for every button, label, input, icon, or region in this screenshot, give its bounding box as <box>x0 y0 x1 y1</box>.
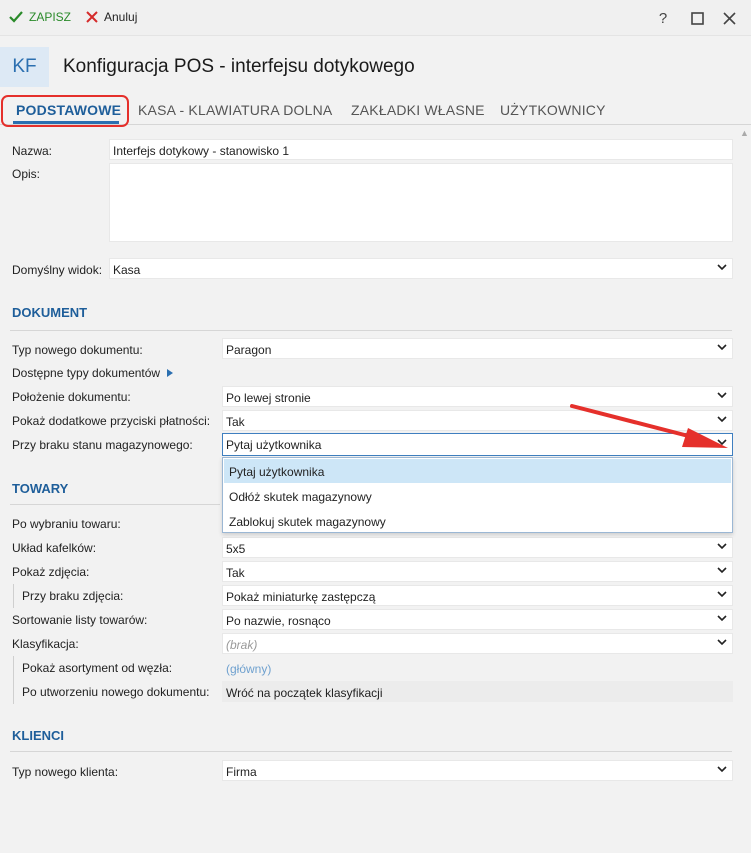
sort-select[interactable]: Po nazwie, rosnąco <box>222 609 733 630</box>
scrollbar[interactable] <box>738 126 751 853</box>
dropdown-option-ask-user[interactable]: Pytaj użytkownika <box>224 459 731 483</box>
dropdown-option-block[interactable]: Zablokuj skutek magazynowy <box>224 509 731 533</box>
client-type-value: Firma <box>226 765 257 779</box>
module-badge: KF <box>0 47 49 87</box>
show-photos-select[interactable]: Tak <box>222 561 733 582</box>
node-label: Pokaż asortyment od węzła: <box>22 661 173 675</box>
show-photos-value: Tak <box>226 566 245 580</box>
client-type-select[interactable]: Firma <box>222 760 733 781</box>
extra-payment-buttons-label: Pokaż dodatkowe przyciski płatności: <box>12 414 211 428</box>
sort-label: Sortowanie listy towarów: <box>12 613 148 627</box>
no-photo-label: Przy braku zdjęcia: <box>22 589 124 603</box>
classification-value: (brak) <box>226 638 258 652</box>
chevron-down-icon <box>717 543 727 550</box>
no-stock-value: Pytaj użytkownika <box>226 438 322 452</box>
indent-line <box>13 584 14 608</box>
page-header: KF Konfiguracja POS - interfejsu dotykow… <box>0 37 751 95</box>
after-new-doc-label: Po utworzeniu nowego dokumentu: <box>22 685 210 699</box>
default-view-select[interactable]: Kasa <box>109 258 733 279</box>
save-button[interactable]: ZAPISZ <box>9 10 71 24</box>
doc-position-label: Położenie dokumentu: <box>12 390 131 404</box>
cancel-label: Anuluj <box>104 10 138 24</box>
sort-value: Po nazwie, rosnąco <box>226 614 331 628</box>
scroll-up-icon[interactable]: ▲ <box>740 128 749 138</box>
doc-type-label: Typ nowego dokumentu: <box>12 343 143 357</box>
close-icon <box>722 11 736 25</box>
divider <box>10 504 220 505</box>
classification-select[interactable]: (brak) <box>222 633 733 654</box>
chevron-down-icon <box>717 567 727 574</box>
available-doc-types-label: Dostępne typy dokumentów <box>12 366 161 380</box>
chevron-down-icon <box>717 639 727 646</box>
description-label: Opis: <box>12 167 41 181</box>
divider <box>10 751 732 752</box>
default-view-label: Domyślny widok: <box>12 263 103 277</box>
help-button[interactable]: ? <box>653 8 673 28</box>
tile-layout-label: Układ kafelków: <box>12 541 97 555</box>
expand-arrow-icon <box>167 369 174 377</box>
chevron-down-icon <box>717 344 727 351</box>
toolbar: ZAPISZ Anuluj ? <box>0 0 751 36</box>
available-doc-types-link[interactable]: Dostępne typy dokumentów <box>12 366 174 380</box>
chevron-down-icon <box>717 392 727 399</box>
default-view-value: Kasa <box>113 263 141 277</box>
annotation-arrow-icon <box>570 404 728 448</box>
tile-layout-value: 5x5 <box>226 542 246 556</box>
chevron-down-icon <box>717 766 727 773</box>
section-towary: TOWARY <box>12 481 69 496</box>
chevron-down-icon <box>717 615 727 622</box>
description-field[interactable] <box>109 163 733 242</box>
name-field[interactable]: Interfejs dotykowy - stanowisko 1 <box>109 139 733 160</box>
checkmark-icon <box>9 11 23 23</box>
chevron-down-icon <box>717 264 727 271</box>
doc-position-value: Po lewej stronie <box>226 391 311 405</box>
highlight-annotation <box>1 95 129 127</box>
doc-type-value: Paragon <box>226 343 272 357</box>
node-field[interactable]: (główny) <box>222 657 733 678</box>
classification-label: Klasyfikacja: <box>12 637 79 651</box>
close-x-icon <box>86 11 98 23</box>
extra-payment-buttons-value: Tak <box>226 415 245 429</box>
section-klienci: KLIENCI <box>12 728 64 743</box>
divider <box>10 330 732 331</box>
no-photo-select[interactable]: Pokaż miniaturkę zastępczą <box>222 585 733 606</box>
help-icon: ? <box>658 9 668 27</box>
name-label: Nazwa: <box>12 144 53 158</box>
dropdown-option-defer[interactable]: Odłóż skutek magazynowy <box>224 484 731 508</box>
no-stock-label: Przy braku stanu magazynowego: <box>12 438 193 452</box>
after-new-doc-field[interactable]: Wróć na początek klasyfikacji <box>222 681 733 702</box>
node-value: (główny) <box>226 662 272 676</box>
page-title: Konfiguracja POS - interfejsu dotykowego <box>63 56 415 77</box>
tab-uzytkownicy[interactable]: UŻYTKOWNICY <box>500 102 606 118</box>
after-select-label: Po wybraniu towaru: <box>12 517 121 531</box>
no-photo-value: Pokaż miniaturkę zastępczą <box>226 590 376 604</box>
save-label: ZAPISZ <box>29 10 72 24</box>
tab-kasa-klawiatura[interactable]: KASA - KLAWIATURA DOLNA <box>138 102 332 118</box>
doc-type-select[interactable]: Paragon <box>222 338 733 359</box>
cancel-button[interactable]: Anuluj <box>86 10 137 24</box>
maximize-icon <box>690 11 704 25</box>
no-stock-dropdown-list: Pytaj użytkownika Odłóż skutek magazynow… <box>222 457 733 533</box>
tile-layout-select[interactable]: 5x5 <box>222 537 733 558</box>
close-window-button[interactable] <box>719 8 739 28</box>
tab-zakladki-wlasne[interactable]: ZAKŁADKI WŁASNE <box>351 102 485 118</box>
indent-line <box>13 656 14 704</box>
client-type-label: Typ nowego klienta: <box>12 765 119 779</box>
show-photos-label: Pokaż zdjęcia: <box>12 565 90 579</box>
chevron-down-icon <box>717 591 727 598</box>
maximize-button[interactable] <box>687 8 707 28</box>
section-dokument: DOKUMENT <box>12 305 88 320</box>
